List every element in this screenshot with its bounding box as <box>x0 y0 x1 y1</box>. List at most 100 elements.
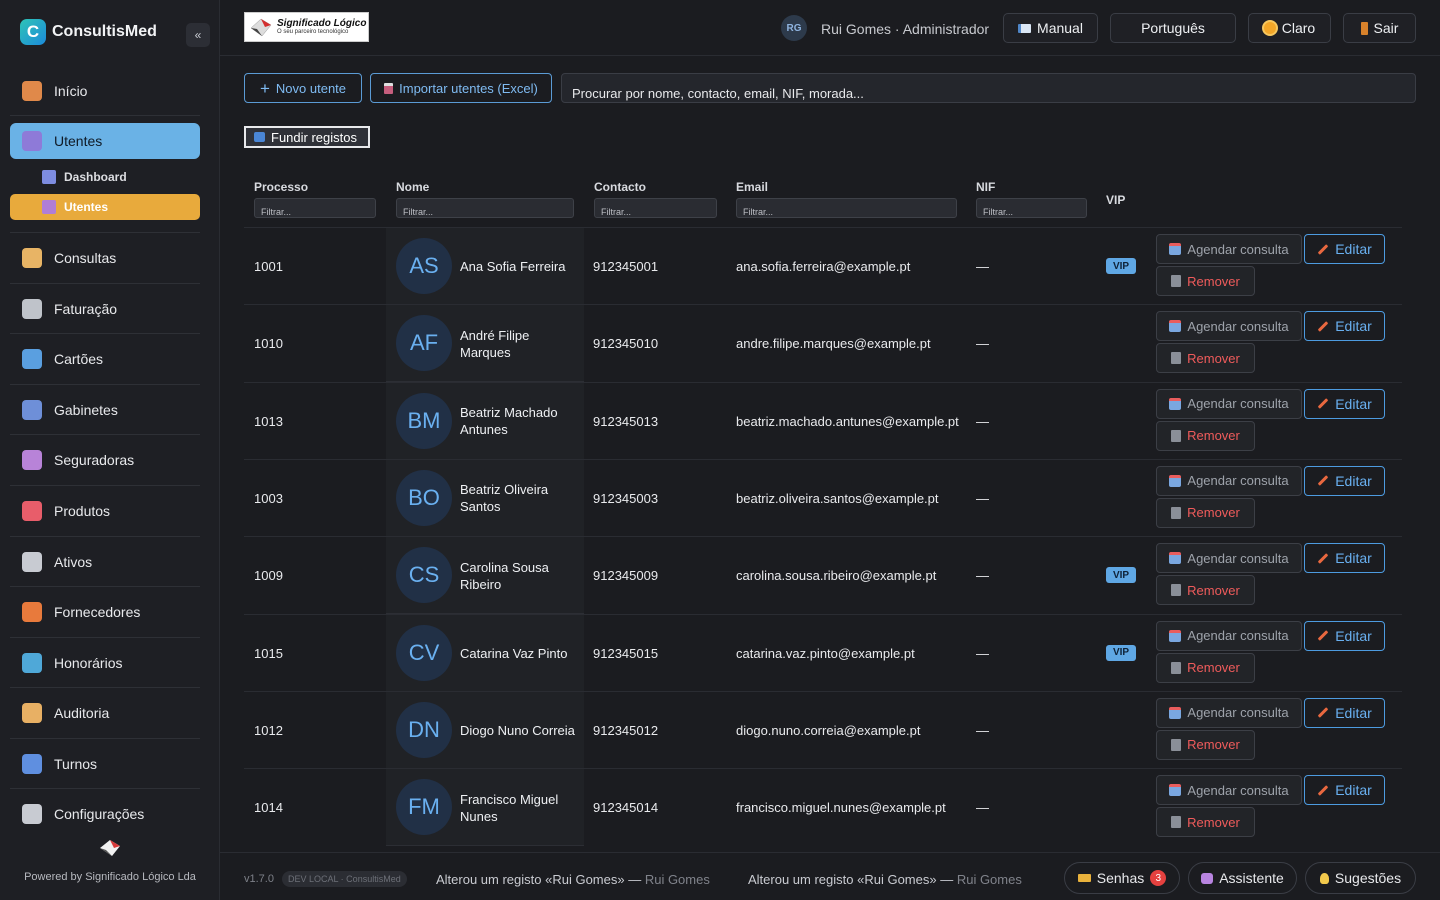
sidebar-item-6[interactable]: Seguradoras <box>10 442 200 478</box>
table-row[interactable]: 1012 DN Diogo Nuno Correia 912345012 diogo.n… <box>244 690 1402 769</box>
patient-name-cell[interactable]: CV Catarina Vaz Pinto <box>386 614 584 692</box>
table-row[interactable]: 1014 FM Francisco Miguel Nunes 912345014 fra… <box>244 768 1402 847</box>
edit-button[interactable]: Editar <box>1304 311 1385 342</box>
user-avatar[interactable]: RG <box>781 15 807 41</box>
theme-toggle-button[interactable]: Claro <box>1248 13 1331 43</box>
remove-label: Remover <box>1187 505 1240 521</box>
table-row[interactable]: 1013 BM Beatriz Machado Antunes 912345013 be… <box>244 381 1402 460</box>
assistant-label: Assistente <box>1219 870 1284 886</box>
sidebar-item-5[interactable]: Gabinetes <box>10 392 200 428</box>
sidebar-subitem-label: Dashboard <box>64 170 127 184</box>
avatar: CV <box>396 624 452 681</box>
table-row[interactable]: 1003 BO Beatriz Oliveira Santos 912345003 be… <box>244 458 1402 537</box>
sidebar-item-12[interactable]: Turnos <box>10 746 200 782</box>
filter-contact-input[interactable]: Filtrar... <box>594 198 717 218</box>
sidebar-item-10[interactable]: Honorários <box>10 645 200 681</box>
sidebar-item-7[interactable]: Produtos <box>10 493 200 529</box>
suggestions-button[interactable]: Sugestões <box>1305 862 1416 894</box>
table-row[interactable]: 1010 AF André Filipe Marques 912345010 andre… <box>244 304 1402 383</box>
logo-title: Significado Lógico <box>277 18 367 29</box>
remove-button[interactable]: Remover <box>1156 497 1255 528</box>
schedule-appointment-button[interactable]: Agendar consulta <box>1156 775 1302 806</box>
schedule-appointment-button[interactable]: Agendar consulta <box>1156 234 1302 264</box>
insurance-icon <box>22 450 42 470</box>
patient-name-cell[interactable]: AS Ana Sofia Ferreira <box>386 228 584 305</box>
calendar-icon <box>1169 320 1182 333</box>
schedule-appointment-button[interactable]: Agendar consulta <box>1156 465 1302 496</box>
manual-button[interactable]: Manual <box>1003 13 1098 43</box>
edit-button[interactable]: Editar <box>1304 620 1385 651</box>
sidebar-subitem-1[interactable]: Utentes <box>10 194 200 220</box>
patient-name-cell[interactable]: BM Beatriz Machado Antunes <box>386 382 584 460</box>
import-patients-button[interactable]: Importar utentes (Excel) <box>370 73 552 103</box>
patient-email: carolina.sousa.ribeiro@example.pt <box>736 568 937 584</box>
sidebar-item-1[interactable]: Utentes <box>10 123 200 159</box>
sidebar-subitem-0[interactable]: Dashboard <box>10 164 200 190</box>
patient-name-cell[interactable]: DN Diogo Nuno Correia <box>386 691 584 769</box>
header-process[interactable]: Processo <box>254 180 308 194</box>
patient-name: Beatriz Oliveira Santos <box>460 482 549 515</box>
sidebar-item-4[interactable]: Cartões <box>10 341 200 377</box>
filter-nif-input[interactable]: Filtrar... <box>976 198 1087 218</box>
schedule-appointment-button[interactable]: Agendar consulta <box>1156 697 1302 728</box>
remove-button[interactable]: Remover <box>1156 807 1255 838</box>
header-name[interactable]: Nome <box>396 180 429 194</box>
brand[interactable]: C ConsultisMed <box>20 19 157 45</box>
sidebar-divider <box>10 115 200 116</box>
remove-button[interactable]: Remover <box>1156 420 1255 451</box>
patient-name-cell[interactable]: FM Francisco Miguel Nunes <box>386 769 584 847</box>
merge-records-button[interactable]: Fundir registos <box>244 126 370 148</box>
sidebar-divider <box>10 434 200 435</box>
remove-button[interactable]: Remover <box>1156 575 1255 606</box>
remove-button[interactable]: Remover <box>1156 266 1255 296</box>
remove-button[interactable]: Remover <box>1156 729 1255 760</box>
filter-email-input[interactable]: Filtrar... <box>736 198 957 218</box>
sidebar-item-11[interactable]: Auditoria <box>10 695 200 731</box>
filter-name-input[interactable]: Filtrar... <box>396 198 574 218</box>
sidebar-item-label: Consultas <box>54 250 117 266</box>
remove-button[interactable]: Remover <box>1156 343 1255 374</box>
remove-label: Remover <box>1187 428 1240 444</box>
edit-button[interactable]: Editar <box>1304 543 1385 574</box>
remove-button[interactable]: Remover <box>1156 652 1255 683</box>
patient-email: francisco.miguel.nunes@example.pt <box>736 800 946 816</box>
senhas-count-badge: 3 <box>1150 870 1167 886</box>
sidebar-item-13[interactable]: Configurações <box>10 796 200 832</box>
sidebar-item-3[interactable]: Faturação <box>10 291 200 327</box>
edit-button[interactable]: Editar <box>1304 465 1385 496</box>
table-row[interactable]: 1009 CS Carolina Sousa Ribeiro 912345009 car… <box>244 536 1402 615</box>
schedule-appointment-button[interactable]: Agendar consulta <box>1156 620 1302 651</box>
patient-name-cell[interactable]: CS Carolina Sousa Ribeiro <box>386 537 584 615</box>
table-row[interactable]: 1001 AS Ana Sofia Ferreira 912345001 ana.sof… <box>244 227 1402 305</box>
patient-name-cell[interactable]: AF André Filipe Marques <box>386 305 584 383</box>
assistant-button[interactable]: Assistente <box>1188 862 1297 894</box>
edit-button[interactable]: Editar <box>1304 697 1385 728</box>
sidebar-item-9[interactable]: Fornecedores <box>10 594 200 630</box>
edit-button[interactable]: Editar <box>1304 388 1385 419</box>
table-row[interactable]: 1015 CV Catarina Vaz Pinto 912345015 catarin… <box>244 613 1402 692</box>
new-patient-button[interactable]: + Novo utente <box>244 73 362 103</box>
ticket-icon <box>1077 874 1091 882</box>
schedule-label: Agendar consulta <box>1187 473 1289 489</box>
pencil-icon <box>1317 552 1329 564</box>
header-email[interactable]: Email <box>736 180 768 194</box>
doctor-icon <box>22 248 42 268</box>
collapse-sidebar-button[interactable]: « <box>186 23 210 47</box>
schedule-appointment-button[interactable]: Agendar consulta <box>1156 543 1302 574</box>
schedule-appointment-button[interactable]: Agendar consulta <box>1156 388 1302 419</box>
search-input[interactable]: Procurar por nome, contacto, email, NIF,… <box>561 73 1416 103</box>
sidebar-item-0[interactable]: Início <box>10 73 200 109</box>
edit-button[interactable]: Editar <box>1304 234 1385 264</box>
language-select[interactable]: Português <box>1110 13 1236 43</box>
header-vip[interactable]: VIP <box>1106 193 1125 207</box>
filter-process-input[interactable]: Filtrar... <box>254 198 376 218</box>
sidebar-item-2[interactable]: Consultas <box>10 240 200 276</box>
sidebar-item-8[interactable]: Ativos <box>10 544 200 580</box>
patient-name-cell[interactable]: BO Beatriz Oliveira Santos <box>386 459 584 537</box>
header-nif[interactable]: NIF <box>976 180 995 194</box>
edit-button[interactable]: Editar <box>1304 775 1385 806</box>
header-contact[interactable]: Contacto <box>594 180 646 194</box>
logout-button[interactable]: Sair <box>1343 13 1416 43</box>
senhas-button[interactable]: Senhas 3 <box>1064 862 1180 894</box>
schedule-appointment-button[interactable]: Agendar consulta <box>1156 311 1302 342</box>
